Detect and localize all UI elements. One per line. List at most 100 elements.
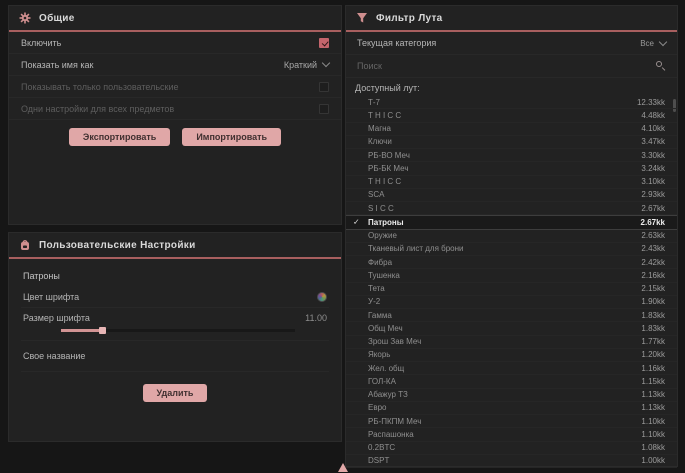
slider-thumb[interactable] <box>99 327 106 334</box>
same-settings-label: Одни настройки для всех предметов <box>21 104 174 114</box>
general-settings-panel: Общие Включить Показать имя как Краткий … <box>8 5 342 225</box>
loot-item-value: 1.08kk <box>641 443 665 452</box>
font-color-row: Цвет шрифта <box>21 287 329 308</box>
custom-settings-panel: Пользовательские Настройки Патроны Цвет … <box>8 232 342 442</box>
name-format-select[interactable]: Краткий <box>284 60 329 70</box>
loot-list-item[interactable]: Магна 4.10kk <box>346 123 677 136</box>
loot-item-value: 1.13kk <box>641 403 665 412</box>
loot-item-name: 0.2BTC <box>368 443 395 452</box>
font-size-label: Размер шрифта <box>23 313 90 323</box>
loot-list-item[interactable]: У-2 1.90kk <box>346 296 677 309</box>
loot-list-item[interactable]: Распашонка 1.10kk <box>346 428 677 441</box>
loot-list-item[interactable]: Т-7 12.33kk <box>346 96 677 109</box>
loot-item-value: 1.77kk <box>641 337 665 346</box>
delete-row: Удалить <box>21 384 329 402</box>
loot-list-item[interactable]: DSPT 1.00kk <box>346 455 677 468</box>
loot-item-name: S I C C <box>368 204 394 213</box>
search-icon[interactable] <box>656 61 666 71</box>
loot-item-name: Зрош Зав Меч <box>368 337 421 346</box>
loot-item-value: 1.13kk <box>641 390 665 399</box>
loot-item-name: T H I C C <box>368 111 401 120</box>
loot-list-item[interactable]: Тета 2.15kk <box>346 283 677 296</box>
loot-item-value: 4.48kk <box>641 111 665 120</box>
loot-list-item[interactable]: Фибра 2.42kk <box>346 256 677 269</box>
enable-checkbox[interactable] <box>319 38 329 48</box>
loot-list-item[interactable]: Тканевый лист для брони 2.43kk <box>346 243 677 256</box>
backpack-icon <box>19 239 31 251</box>
custom-panel-title: Пользовательские Настройки <box>39 240 196 251</box>
loot-list-item[interactable]: S I C C 2.67kk <box>346 202 677 215</box>
custom-panel-body: Патроны Цвет шрифта Размер шрифта 11.00 … <box>9 259 341 402</box>
loot-item-name: SCA <box>368 190 384 199</box>
loot-list-item[interactable]: РБ-ПКПМ Меч 1.10kk <box>346 415 677 428</box>
search-row[interactable]: Поиск <box>346 55 677 78</box>
loot-list-item[interactable]: РБ-БК Меч 3.24kk <box>346 162 677 175</box>
loot-item-value: 3.30kk <box>641 151 665 160</box>
loot-list-item[interactable]: Оружие 2.63kk <box>346 230 677 243</box>
loot-list-item[interactable]: Евро 1.13kk <box>346 402 677 415</box>
loot-item-value: 2.15kk <box>641 284 665 293</box>
loot-item-value: 2.93kk <box>641 190 665 199</box>
loot-item-name: Распашонка <box>368 430 414 439</box>
font-color-label: Цвет шрифта <box>23 292 79 302</box>
loot-list-item[interactable]: Тушенка 2.16kk <box>346 269 677 282</box>
loot-list-item[interactable]: Гамма 1.83kk <box>346 309 677 322</box>
loot-list-item[interactable]: Зрош Зав Меч 1.77kk <box>346 336 677 349</box>
loot-item-name: У-2 <box>368 297 380 306</box>
loot-item-value: 1.16kk <box>641 364 665 373</box>
loot-item-value: 2.67kk <box>641 218 665 227</box>
custom-name-label: Свое название <box>23 351 85 361</box>
loot-item-name: DSPT <box>368 456 389 465</box>
only-custom-checkbox <box>319 82 329 92</box>
loot-list-item[interactable]: РБ-ВО Меч 3.30kk <box>346 149 677 162</box>
category-label: Текущая категория <box>357 38 436 48</box>
chevron-down-icon <box>322 59 330 67</box>
loot-item-name: Патроны <box>368 218 404 227</box>
show-name-as-label: Показать имя как <box>21 60 93 70</box>
enable-label: Включить <box>21 38 61 48</box>
enable-row: Включить <box>9 32 341 54</box>
loot-list-item[interactable]: T H I C C 3.10kk <box>346 176 677 189</box>
loot-list-item[interactable]: Общ Меч 1.83kk <box>346 322 677 335</box>
delete-button[interactable]: Удалить <box>143 384 208 402</box>
search-input[interactable]: Поиск <box>357 61 382 71</box>
loot-item-value: 2.63kk <box>641 231 665 240</box>
custom-panel-header: Пользовательские Настройки <box>9 233 341 259</box>
loot-list-item[interactable]: 0.2BTC 1.08kk <box>346 442 677 455</box>
font-size-slider[interactable] <box>23 328 295 333</box>
loot-list-item[interactable]: Абажур ТЗ 1.13kk <box>346 389 677 402</box>
loot-item-name: T H I C C <box>368 177 401 186</box>
loot-list-item[interactable]: Якорь 1.20kk <box>346 349 677 362</box>
loot-list-item[interactable]: Ключи 3.47kk <box>346 136 677 149</box>
selected-item-name: Патроны <box>21 269 329 287</box>
category-value: Все <box>640 39 654 48</box>
loot-item-name: Жел. общ <box>368 364 404 373</box>
category-select[interactable]: Все <box>640 39 666 48</box>
loot-item-name: Т-7 <box>368 98 380 107</box>
font-size-value: 11.00 <box>305 313 327 323</box>
loot-item-name: РБ-БК Меч <box>368 164 409 173</box>
loot-list-item[interactable]: Патроны 2.67kk <box>346 215 677 229</box>
loot-list-item[interactable]: ГОЛ-КА 1.15kk <box>346 375 677 388</box>
only-custom-label: Показывать только пользовательские <box>21 82 179 92</box>
filter-panel-header: Фильтр Лута <box>346 6 677 32</box>
loot-item-value: 3.24kk <box>641 164 665 173</box>
custom-name-input[interactable] <box>85 350 327 362</box>
loot-list-item[interactable]: Жел. общ 1.16kk <box>346 362 677 375</box>
loot-list-item[interactable]: SCA 2.93kk <box>346 189 677 202</box>
chevron-down-icon <box>659 37 667 45</box>
import-button[interactable]: Импортировать <box>182 128 281 146</box>
loot-item-value: 3.10kk <box>641 177 665 186</box>
loot-list-item[interactable]: T H I C C 4.48kk <box>346 109 677 122</box>
loot-item-name: Абажур ТЗ <box>368 390 408 399</box>
color-wheel-icon[interactable] <box>317 292 327 302</box>
export-button[interactable]: Экспортировать <box>69 128 170 146</box>
loot-item-name: Оружие <box>368 231 397 240</box>
loot-item-value: 2.42kk <box>641 258 665 267</box>
show-name-as-row: Показать имя как Краткий <box>9 54 341 76</box>
general-panel-title: Общие <box>39 13 75 24</box>
cursor-pointer <box>338 463 348 472</box>
loot-item-value: 3.47kk <box>641 137 665 146</box>
same-settings-row: Одни настройки для всех предметов <box>9 98 341 120</box>
funnel-icon <box>356 12 368 24</box>
